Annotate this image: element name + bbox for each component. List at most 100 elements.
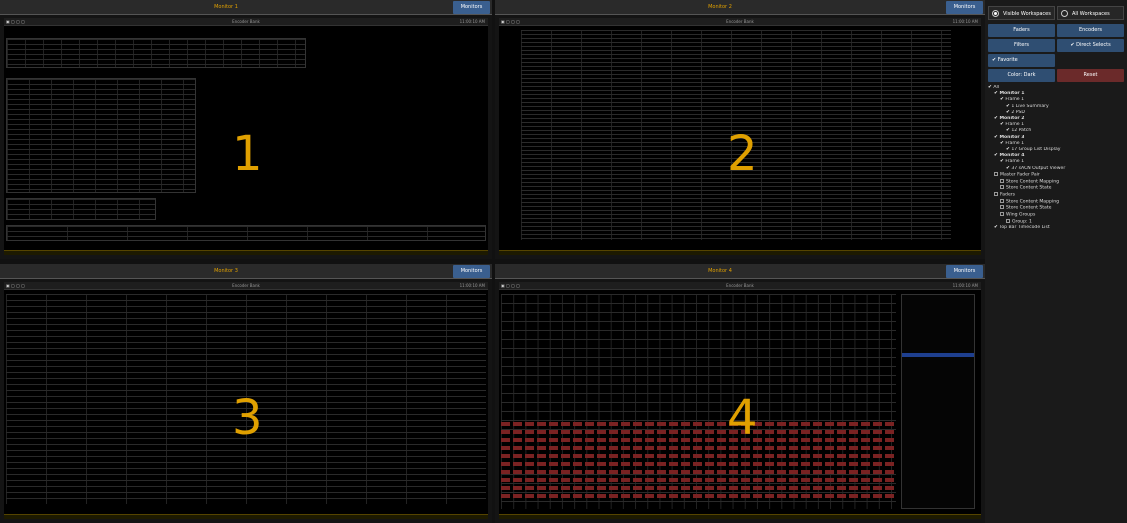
- color-dark-button[interactable]: Color: Dark: [988, 69, 1055, 82]
- monitor-4-number: 4: [727, 390, 758, 446]
- red-row: [501, 470, 896, 474]
- monitor-2-number: 2: [727, 126, 758, 182]
- tree-item-label: Monitor 4: [999, 153, 1025, 159]
- monitor-2: Monitor 2 Monitors ▣ ▢ ▢ ▢ Encoder Bank …: [495, 0, 985, 259]
- monitor-1-table: [6, 38, 306, 68]
- tree-item-label: Monitor 3: [999, 134, 1025, 140]
- unchecked-icon[interactable]: [1006, 218, 1010, 223]
- tree-item-label: All: [993, 85, 1000, 90]
- monitor-3-content: ▣ ▢ ▢ ▢ Encoder Bank 11:00:10 AM 3: [4, 282, 488, 519]
- monitor-3-monitors-button[interactable]: Monitors: [453, 265, 490, 278]
- all-workspaces-label: All Workspaces: [1072, 11, 1110, 17]
- tree-item[interactable]: Store Content State: [986, 205, 1126, 212]
- tree-item-label: Store Content State: [1006, 185, 1052, 191]
- monitor-3-toolbar: ▣ ▢ ▢ ▢ Encoder Bank 11:00:10 AM: [4, 282, 488, 290]
- monitor-3-clock: 11:00:10 AM: [459, 283, 485, 288]
- monitor-4-active-rows: [501, 422, 896, 502]
- monitor-2-title: Monitor 2: [708, 4, 732, 10]
- tree-item-label: Frame 1: [1005, 140, 1025, 146]
- all-workspaces-radio[interactable]: All Workspaces: [1057, 6, 1124, 20]
- monitor-4-monitors-button[interactable]: Monitors: [946, 265, 983, 278]
- tree-item[interactable]: ✔ Top Bar Timecode List: [986, 225, 1126, 231]
- unchecked-icon[interactable]: [994, 191, 998, 196]
- tree-item-label: Faders: [1000, 192, 1016, 198]
- tree-item-label: Group: 1: [1012, 219, 1032, 225]
- tree-item[interactable]: Store Content State: [986, 185, 1126, 192]
- unchecked-icon[interactable]: [994, 171, 998, 176]
- red-row: [501, 446, 896, 450]
- favorite-label: Favorite: [997, 57, 1018, 63]
- faders-button[interactable]: Faders: [988, 24, 1055, 37]
- monitor-2-monitors-button[interactable]: Monitors: [946, 1, 983, 14]
- source-selected-row[interactable]: [902, 353, 974, 357]
- monitor-1-encoders: [6, 225, 486, 241]
- monitor-1-clock: 11:00:10 AM: [459, 19, 485, 24]
- tree-item-label: Frame 1: [1005, 159, 1025, 165]
- tree-item-label: 1 Live Summary: [1011, 103, 1049, 109]
- workspace-tree: ✔ All ✔ Monitor 1 ✔ Frame 1 ✔ 1 Live Summar…: [986, 85, 1126, 232]
- unchecked-icon[interactable]: [1000, 185, 1004, 190]
- unchecked-icon[interactable]: [1000, 198, 1004, 203]
- monitor-4-clock: 11:00:10 AM: [952, 283, 978, 288]
- tree-item-label: Frame 1: [1005, 97, 1025, 103]
- favorite-button[interactable]: ✔ Favorite: [988, 54, 1055, 67]
- monitor-2-clock: 11:00:10 AM: [952, 19, 978, 24]
- red-row: [501, 462, 896, 466]
- tree-item-label: Master Fader Pair: [1000, 172, 1040, 178]
- reset-button[interactable]: Reset: [1057, 69, 1124, 82]
- unchecked-icon[interactable]: [1000, 205, 1004, 210]
- tree-item-label: Store Content Mapping: [1006, 179, 1060, 185]
- monitor-3-command-line[interactable]: [4, 514, 488, 519]
- monitor-1-monitors-button[interactable]: Monitors: [453, 1, 490, 14]
- monitor-1-number: 1: [232, 126, 263, 182]
- tree-item-label: Monitor 2: [999, 116, 1025, 122]
- encoders-button[interactable]: Encoders: [1057, 24, 1124, 37]
- monitor-4-command-line[interactable]: [499, 514, 981, 519]
- monitor-4-title: Monitor 4: [708, 268, 732, 274]
- monitor-4-content: ▣ ▢ ▢ ▢ Encoder Bank 11:00:10 AM 4: [499, 282, 981, 519]
- visible-workspaces-radio[interactable]: Visible Workspaces: [988, 6, 1055, 20]
- monitor-1-command-line[interactable]: [4, 250, 488, 255]
- tree-item[interactable]: Master Fader Pair: [986, 171, 1126, 179]
- unchecked-icon[interactable]: [1000, 212, 1004, 217]
- direct-selects-label: Direct Selects: [1076, 42, 1111, 48]
- red-row: [501, 422, 896, 426]
- monitor-4-toolbar: ▣ ▢ ▢ ▢ Encoder Bank 11:00:10 AM: [499, 282, 981, 290]
- red-row: [501, 430, 896, 434]
- monitor-1-title: Monitor 1: [214, 4, 238, 10]
- tree-item-label: Store Content State: [1006, 205, 1052, 211]
- red-row: [501, 454, 896, 458]
- tree-item-label: Monitor 1: [999, 91, 1025, 97]
- radio-selected-icon: [992, 10, 999, 17]
- tree-item-label: Store Content Mapping: [1006, 199, 1060, 205]
- monitor-1-toolbar: ▣ ▢ ▢ ▢ Encoder Bank 11:00:10 AM: [4, 18, 488, 26]
- monitor-3: Monitor 3 Monitors ▣ ▢ ▢ ▢ Encoder Bank …: [0, 264, 492, 523]
- monitor-2-toolbar-label: Encoder Bank: [726, 19, 754, 24]
- radio-unselected-icon: [1061, 10, 1068, 17]
- tree-item-label: 12 Patch: [1011, 128, 1032, 134]
- tree-item-label: 2 PSD: [1011, 109, 1025, 115]
- red-row: [501, 494, 896, 498]
- monitor-3-title: Monitor 3: [214, 268, 238, 274]
- tree-item[interactable]: Faders: [986, 191, 1126, 199]
- monitor-1-toolbar-label: Encoder Bank: [232, 19, 260, 24]
- monitor-2-content: ▣ ▢ ▢ ▢ Encoder Bank 11:00:10 AM 2: [499, 18, 981, 255]
- monitor-2-command-line[interactable]: [499, 250, 981, 255]
- monitor-1-content: ▣ ▢ ▢ ▢ Encoder Bank 11:00:10 AM 1: [4, 18, 488, 255]
- monitor-4-toolbar-label: Encoder Bank: [726, 283, 754, 288]
- tree-item-label: Top Bar Timecode List: [999, 225, 1050, 231]
- tree-item[interactable]: Store Content Mapping: [986, 178, 1126, 186]
- red-row: [501, 486, 896, 490]
- tree-item[interactable]: Store Content Mapping: [986, 198, 1126, 206]
- direct-selects-button[interactable]: ✔ Direct Selects: [1057, 39, 1124, 52]
- tree-item-label: Wing Groups: [1006, 212, 1036, 218]
- unchecked-icon[interactable]: [1000, 178, 1004, 183]
- tree-item[interactable]: Wing Groups: [986, 212, 1126, 219]
- red-row: [501, 478, 896, 482]
- red-row: [501, 438, 896, 442]
- tree-item[interactable]: Group: 1: [986, 218, 1126, 226]
- monitor-1: Monitor 1 Monitors ▣ ▢ ▢ ▢ Encoder Bank …: [0, 0, 492, 259]
- monitor-4: Monitor 4 Monitors ▣ ▢ ▢ ▢ Encoder Bank …: [495, 264, 985, 523]
- monitor-3-toolbar-label: Encoder Bank: [232, 283, 260, 288]
- filters-button[interactable]: Filters: [988, 39, 1055, 52]
